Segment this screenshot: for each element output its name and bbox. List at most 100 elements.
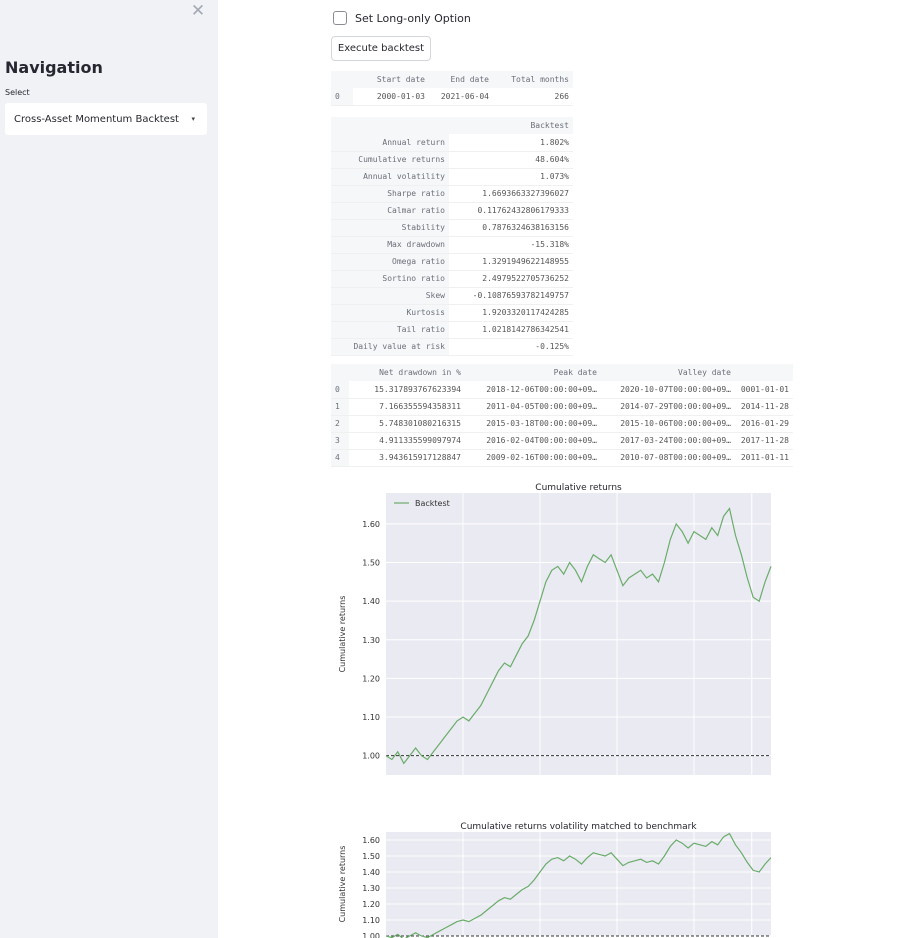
- table-header-cell: Backtest: [449, 117, 573, 134]
- y-tick-label: 1.30: [362, 884, 380, 893]
- table-cell: 2010-07-08T00:00:00+09…: [601, 449, 735, 467]
- y-tick-label: 1.30: [362, 636, 380, 645]
- table-header-row: Backtest: [331, 117, 573, 134]
- table-row-label: Daily value at risk: [331, 338, 449, 356]
- table-cell: 2014-07-29T00:00:00+09…: [601, 398, 735, 416]
- legend-label: Backtest: [415, 499, 450, 508]
- table-row: 0 15.317893767623394 2018-12-06T00:00:00+0…: [331, 381, 793, 399]
- table-row: 4 3.943615917128847 2009-02-16T00:00:00+09…: [331, 449, 793, 467]
- table-index-cell: 0: [331, 88, 353, 106]
- table-row: 1 7.166355594358311 2011-04-05T00:00:00+09…: [331, 398, 793, 416]
- table-row: Kurtosis 1.9203320117424285: [331, 304, 573, 322]
- table-header-cell: Valley date: [601, 364, 735, 381]
- table-cell: -0.125%: [449, 338, 573, 356]
- y-tick-label: 1.10: [362, 713, 380, 722]
- table-index-cell: 4: [331, 449, 349, 467]
- table-row: Daily value at risk -0.125%: [331, 338, 573, 356]
- y-axis-label: Cumulative returns: [338, 846, 347, 923]
- y-tick-label: 1.00: [362, 932, 380, 938]
- table-cell: 2016-02-04T00:00:00+09…: [465, 432, 601, 450]
- table-row-label: Stability: [331, 219, 449, 237]
- table-index-cell: 0: [331, 381, 349, 399]
- table-row: 0 2000-01-03 2021-06-04 266: [331, 88, 573, 106]
- table-index-cell: 2: [331, 415, 349, 433]
- performance-stats-table: Backtest Annual return 1.802% Cumulative r…: [331, 117, 573, 356]
- table-row: Annual return 1.802%: [331, 134, 573, 152]
- table-header-cell: Peak date: [465, 364, 601, 381]
- table-row-label: Annual return: [331, 134, 449, 152]
- table-cell: 2015-10-06T00:00:00+09…: [601, 415, 735, 433]
- table-cell: 2000-01-03: [353, 88, 429, 106]
- table-cell: 1.3291949622148955: [449, 253, 573, 271]
- table-cell: 4.911335599097974: [349, 432, 465, 450]
- table-cell: 1.073%: [449, 168, 573, 186]
- table-header-cell: [331, 71, 353, 88]
- close-sidebar-icon[interactable]: ✕: [190, 3, 206, 20]
- table-cell: 48.604%: [449, 151, 573, 169]
- table-header-cell: [331, 364, 349, 381]
- table-header-cell: [331, 117, 449, 134]
- table-cell: 1.802%: [449, 134, 573, 152]
- table-row: 3 4.911335599097974 2016-02-04T00:00:00+09…: [331, 432, 793, 450]
- long-only-checkbox-row[interactable]: Set Long-only Option: [333, 11, 471, 25]
- table-header-cell: [735, 364, 793, 381]
- table-cell: 2017-11-28: [735, 432, 793, 450]
- table-cell: 3.943615917128847: [349, 449, 465, 467]
- table-cell: 2011-04-05T00:00:00+09…: [465, 398, 601, 416]
- navigation-title: Navigation: [5, 58, 103, 77]
- table-cell: 2011-01-11: [735, 449, 793, 467]
- table-cell: 2016-01-29: [735, 415, 793, 433]
- date-range-table: Start date End date Total months 0 2000-…: [331, 71, 573, 106]
- table-row-label: Calmar ratio: [331, 202, 449, 220]
- table-row: Sortino ratio 2.4979522705736252: [331, 270, 573, 288]
- table-cell: 0001-01-01: [735, 381, 793, 399]
- select-value: Cross-Asset Momentum Backtest: [14, 113, 179, 125]
- y-tick-label: 1.60: [362, 836, 380, 845]
- table-header-row: Start date End date Total months: [331, 71, 573, 88]
- table-row: Max drawdown -15.318%: [331, 236, 573, 254]
- table-cell: 2021-06-04: [429, 88, 493, 106]
- table-row: 2 5.748301080216315 2015-03-18T00:00:00+09…: [331, 415, 793, 433]
- y-tick-label: 1.50: [362, 559, 380, 568]
- y-tick-label: 1.20: [362, 900, 380, 909]
- table-header-cell: End date: [429, 71, 493, 88]
- table-header-cell: Net drawdown in %: [349, 364, 465, 381]
- y-tick-label: 1.00: [362, 752, 380, 761]
- table-row: Cumulative returns 48.604%: [331, 151, 573, 169]
- table-cell: 2017-03-24T00:00:00+09…: [601, 432, 735, 450]
- volatility-matched-chart: Cumulative returns volatility matched to…: [331, 818, 776, 938]
- table-row-label: Tail ratio: [331, 321, 449, 339]
- table-row-label: Skew: [331, 287, 449, 305]
- main-content: Set Long-only Option Execute backtest St…: [218, 0, 902, 938]
- y-axis-label: Cumulative returns: [338, 596, 347, 673]
- sidebar: ✕ Navigation Select Cross-Asset Momentum…: [0, 0, 218, 938]
- table-index-cell: 3: [331, 432, 349, 450]
- table-row-label: Omega ratio: [331, 253, 449, 271]
- table-cell: 2009-02-16T00:00:00+09…: [465, 449, 601, 467]
- page-select-dropdown[interactable]: Cross-Asset Momentum Backtest ▾: [5, 103, 207, 135]
- y-tick-label: 1.20: [362, 674, 380, 683]
- execute-backtest-button[interactable]: Execute backtest: [331, 36, 431, 61]
- table-row: Omega ratio 1.3291949622148955: [331, 253, 573, 271]
- table-cell: 5.748301080216315: [349, 415, 465, 433]
- table-header-row: Net drawdown in % Peak date Valley date: [331, 364, 793, 381]
- long-only-checkbox[interactable]: [333, 11, 347, 25]
- table-cell: 2020-10-07T00:00:00+09…: [601, 381, 735, 399]
- table-cell: 1.9203320117424285: [449, 304, 573, 322]
- table-cell: 2018-12-06T00:00:00+09…: [465, 381, 601, 399]
- table-row: Skew -0.10876593782149757: [331, 287, 573, 305]
- chart-title: Cumulative returns volatility matched to…: [460, 822, 697, 832]
- plot-area: [386, 493, 771, 775]
- select-label: Select: [5, 88, 30, 97]
- table-cell: 15.317893767623394: [349, 381, 465, 399]
- table-cell: 2015-03-18T00:00:00+09…: [465, 415, 601, 433]
- table-header-cell: Total months: [493, 71, 573, 88]
- table-row: Calmar ratio 0.11762432806179333: [331, 202, 573, 220]
- table-index-cell: 1: [331, 398, 349, 416]
- y-tick-label: 1.60: [362, 520, 380, 529]
- table-cell: 0.11762432806179333: [449, 202, 573, 220]
- table-row: Annual volatility 1.073%: [331, 168, 573, 186]
- table-row: Tail ratio 1.0218142786342541: [331, 321, 573, 339]
- chevron-down-icon: ▾: [191, 115, 195, 123]
- table-cell: 2014-11-28: [735, 398, 793, 416]
